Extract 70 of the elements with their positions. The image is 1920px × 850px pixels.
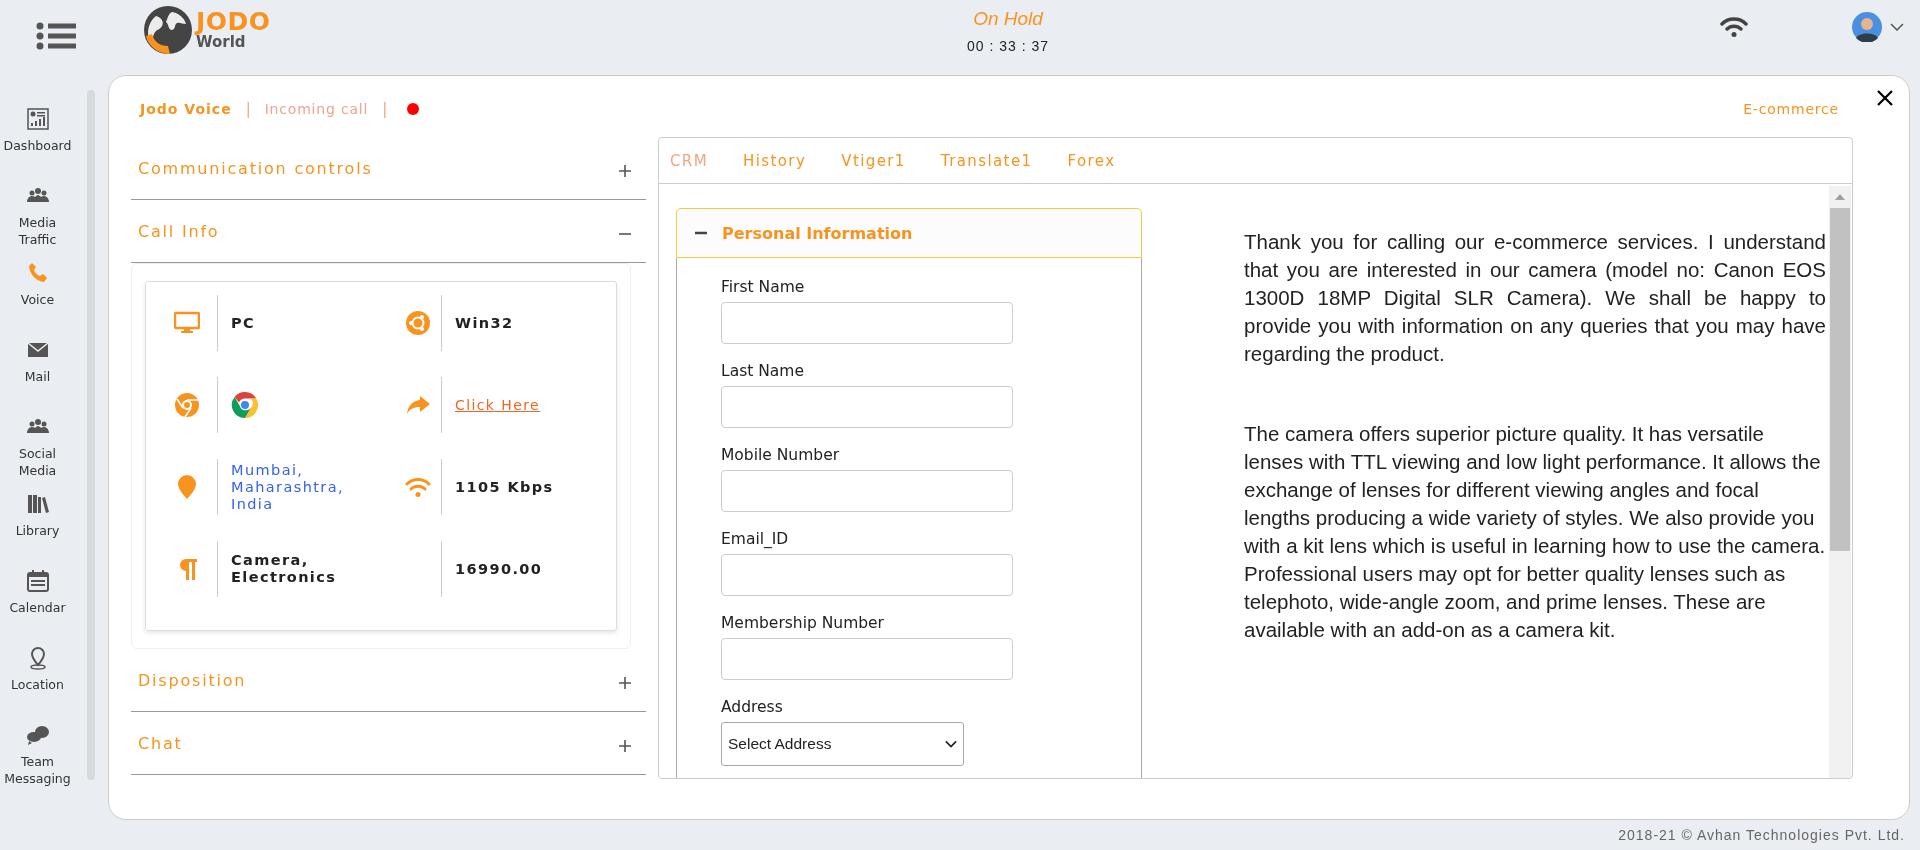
select-dropdown[interactable]: Select Address bbox=[721, 722, 964, 766]
close-icon[interactable] bbox=[1877, 90, 1893, 106]
browser-logo-icon bbox=[231, 391, 259, 419]
plus-icon bbox=[618, 676, 632, 690]
separator-text: | bbox=[382, 99, 388, 118]
chevron-down-icon[interactable] bbox=[1890, 22, 1904, 31]
sidebar-item[interactable]: Voice bbox=[0, 261, 75, 338]
panel-title: Jodo Voice bbox=[140, 100, 232, 117]
field-label: Mobile Number bbox=[721, 446, 841, 465]
script-paragraph: Thank you for calling our e-commerce services. I understand that you are interested in our camera (model no: Canon EOS 1300D 18MP Digital SLR Camera). We shall be happy to provide you with information on any queries that you may have regarding the product. bbox=[1244, 229, 1826, 367]
call-status: On Hold bbox=[973, 7, 1043, 30]
call-timer: 00 : 33 : 37 bbox=[966, 37, 1050, 54]
input-field[interactable] bbox=[721, 638, 1013, 680]
location-text: Mumbai, Maharashtra, India bbox=[231, 461, 345, 513]
chevron-down-icon bbox=[945, 740, 957, 748]
logo-tagline: World bbox=[196, 35, 246, 50]
info-value: Win32 bbox=[455, 314, 514, 332]
monitor-icon bbox=[173, 310, 200, 336]
dashboard-icon bbox=[25, 107, 50, 131]
sidebar-item[interactable]: Mail bbox=[0, 338, 75, 415]
calendar-icon bbox=[25, 569, 50, 593]
sidebar-item[interactable]: Team Messaging bbox=[0, 723, 75, 800]
accordion-header[interactable]: Chat bbox=[131, 712, 646, 775]
sidebar-item[interactable]: Library bbox=[0, 492, 75, 569]
script-paragraph: The camera offers superior picture quality. It has versatile lenses with TTL viewing and low light performance. It allows the exchange of lenses for different viewing angles and focal lengths producing a wide variety of styles. We also provide you with a kit lens which is useful in learning how to use the camera. Professional users may opt for better quality lenses such as telephoto, wide-angle zoom, and prime lenses. These are available with an add-on as a camera kit. bbox=[1244, 421, 1826, 643]
tab[interactable]: Vtiger1 bbox=[841, 151, 906, 170]
field-label: First Name bbox=[721, 278, 806, 297]
input-field[interactable] bbox=[721, 554, 1013, 596]
ring-icon bbox=[405, 310, 431, 336]
scrollbar[interactable] bbox=[1829, 186, 1851, 778]
sidebar-item[interactable]: Social Media bbox=[0, 415, 75, 492]
click-here-link[interactable]: Click Here bbox=[455, 397, 540, 413]
field-label: Email_ID bbox=[721, 530, 790, 549]
accordion-header[interactable]: Communication controls bbox=[131, 137, 646, 200]
category-label: E-commerce bbox=[1743, 100, 1839, 117]
logo-title: JODO bbox=[196, 9, 271, 34]
browser-icon bbox=[173, 392, 200, 418]
input-field[interactable] bbox=[721, 386, 1013, 428]
plus-icon bbox=[618, 739, 632, 753]
info-value: 16990.00 bbox=[455, 560, 543, 578]
copyright-text: 2018-21 © Avhan Technologies Pvt. Ltd. bbox=[1618, 827, 1905, 843]
sidebar-item[interactable]: Media Traffic bbox=[0, 184, 75, 261]
separator-text: | bbox=[245, 99, 251, 118]
books-icon bbox=[25, 492, 50, 516]
form-section-header[interactable]: Personal Information bbox=[676, 208, 1142, 258]
avatar-icon[interactable] bbox=[1852, 11, 1882, 42]
scroll-up-icon[interactable] bbox=[1835, 194, 1845, 200]
plus-icon bbox=[618, 164, 632, 178]
info-value: PC bbox=[231, 314, 256, 332]
info-value: Camera, Electronics bbox=[231, 552, 338, 586]
field-label: Last Name bbox=[721, 362, 805, 381]
globe-logo-icon bbox=[142, 3, 194, 56]
tab[interactable]: History bbox=[743, 151, 807, 170]
sidebar-item[interactable]: Calendar bbox=[0, 569, 75, 646]
tab[interactable]: Forex bbox=[1067, 151, 1116, 170]
input-field[interactable] bbox=[721, 302, 1013, 344]
sidebar-item[interactable]: Dashboard bbox=[0, 107, 75, 184]
accordion-header[interactable]: Call Info bbox=[131, 200, 646, 263]
info-value: 1105 Kbps bbox=[455, 478, 554, 496]
panel-subtitle: Incoming call bbox=[264, 100, 369, 117]
wifi-icon[interactable] bbox=[1720, 15, 1748, 38]
input-field[interactable] bbox=[721, 470, 1013, 512]
field-label: Membership Number bbox=[721, 614, 885, 633]
tab[interactable]: Translate1 bbox=[940, 151, 1033, 170]
field-label: Address bbox=[721, 698, 784, 717]
tab[interactable]: CRM bbox=[670, 151, 709, 170]
sidebar-item[interactable]: Location bbox=[0, 646, 75, 723]
accordion-header[interactable]: Disposition bbox=[131, 649, 646, 712]
menu-icon[interactable] bbox=[36, 21, 76, 50]
chat-bubbles-icon bbox=[25, 723, 50, 747]
